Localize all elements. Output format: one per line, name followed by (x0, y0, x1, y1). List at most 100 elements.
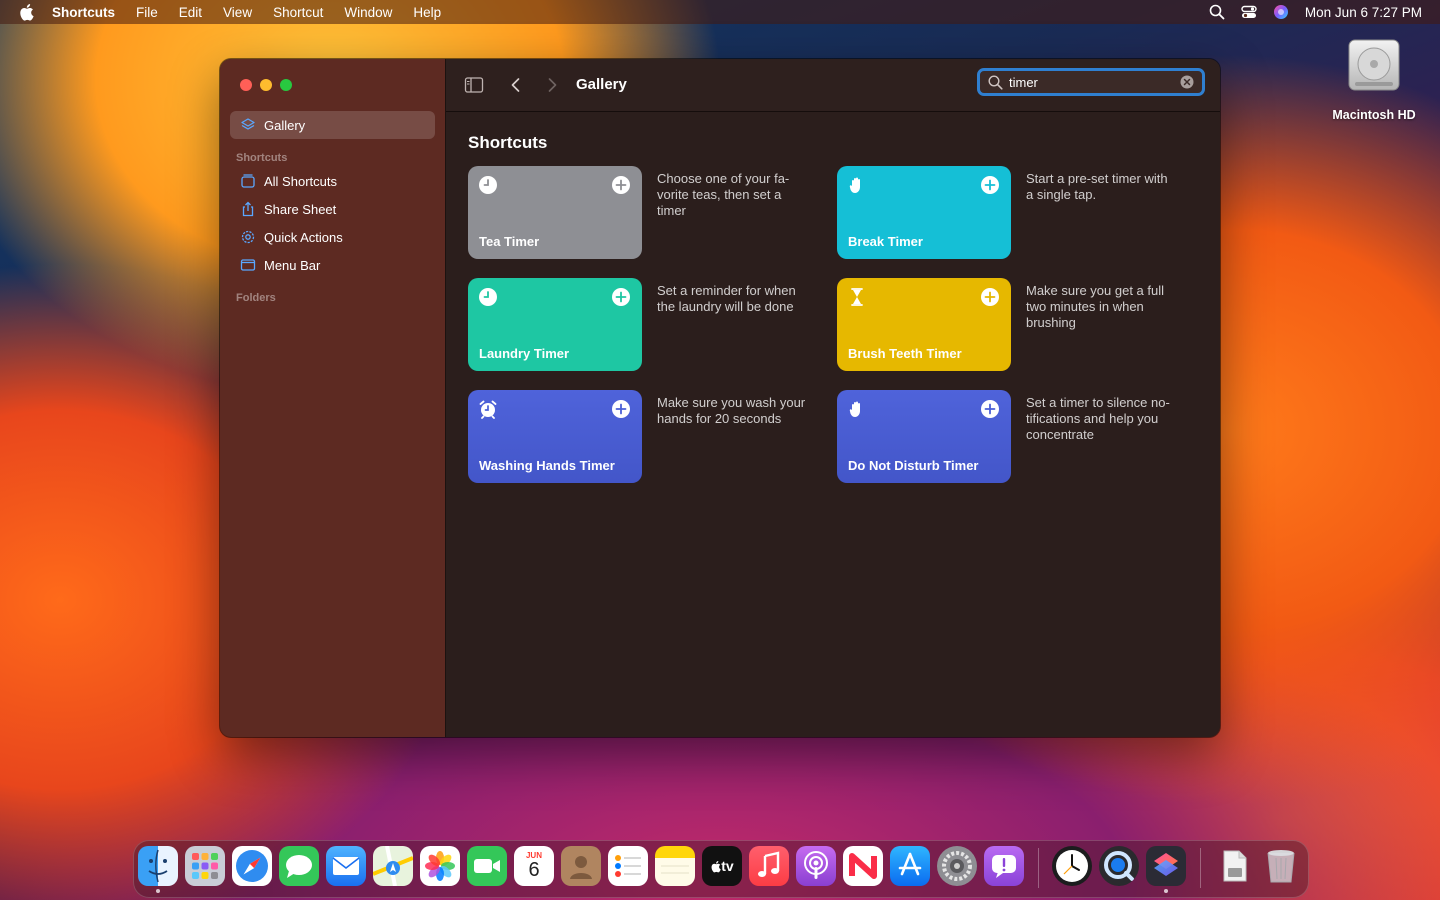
siri-icon[interactable] (1273, 4, 1289, 20)
app-store-icon (898, 852, 922, 876)
document-stack-icon (1223, 850, 1247, 882)
dock-separator (1038, 848, 1039, 888)
menu-view[interactable]: View (223, 5, 252, 20)
back-chevron-icon[interactable] (506, 75, 526, 95)
dock-system-preferences[interactable] (937, 846, 977, 886)
sidebar-item-all-shortcuts[interactable]: All Shortcuts (230, 167, 435, 195)
menu-file[interactable]: File (136, 5, 158, 20)
dock-separator (1200, 848, 1201, 888)
finder-icon (148, 849, 168, 883)
menu-edit[interactable]: Edit (179, 5, 202, 20)
sidebar-item-label: Quick Actions (264, 229, 343, 245)
shortcut-card-brush-teeth-timer[interactable]: Brush Teeth Timer (837, 278, 1011, 371)
dock-shortcuts[interactable] (1146, 846, 1186, 886)
dock-news[interactable] (843, 846, 883, 886)
dock-messages[interactable] (279, 846, 319, 886)
sidebar-section-shortcuts: Shortcuts (236, 152, 288, 164)
forward-chevron-icon[interactable] (542, 75, 562, 95)
trash-icon (1267, 850, 1295, 883)
dock-app-store[interactable] (890, 846, 930, 886)
sidebar-item-label: Share Sheet (264, 201, 337, 217)
menu-help[interactable]: Help (413, 5, 441, 20)
dock-contacts[interactable] (561, 846, 601, 886)
menu-window[interactable]: Window (344, 5, 392, 20)
close-window-button[interactable] (240, 79, 252, 91)
alarm-icon (479, 400, 497, 419)
page-title: Gallery (576, 76, 627, 93)
window-controls (240, 79, 300, 91)
add-shortcut-button[interactable] (981, 400, 999, 418)
card-description: Choose one of your fa-vorite teas, then … (657, 171, 790, 218)
clear-search-icon[interactable] (1180, 75, 1194, 89)
all-shortcuts-icon (241, 174, 255, 188)
add-shortcut-button[interactable] (612, 400, 630, 418)
shortcut-card-washing-hands-timer[interactable]: Washing Hands Timer (468, 390, 642, 483)
dock-finder[interactable] (138, 846, 178, 886)
minimize-window-button[interactable] (260, 79, 272, 91)
menu-clock[interactable]: Mon Jun 6 7:27 PM (1305, 5, 1422, 20)
photos-flower-icon (425, 851, 455, 881)
dock-notes[interactable] (655, 846, 695, 886)
clock-icon (479, 176, 497, 194)
apple-logo-icon (711, 860, 721, 872)
card-description: Start a pre-set timer with a single tap. (1026, 171, 1168, 202)
menu-shortcut[interactable]: Shortcut (273, 5, 323, 20)
menu-app-name[interactable]: Shortcuts (52, 5, 115, 20)
dock-facetime[interactable] (467, 846, 507, 886)
zoom-window-button[interactable] (280, 79, 292, 91)
section-title: Shortcuts (468, 133, 548, 152)
sidebar-item-label: Gallery (264, 117, 306, 133)
sidebar-item-gallery[interactable]: Gallery (230, 111, 435, 139)
sidebar-item-label: Menu Bar (264, 257, 321, 273)
add-shortcut-button[interactable] (981, 176, 999, 194)
dock-music[interactable] (749, 846, 789, 886)
search-field[interactable] (977, 68, 1205, 96)
add-shortcut-button[interactable] (981, 288, 999, 306)
search-icon (988, 75, 1003, 90)
dock-clock[interactable] (1052, 846, 1092, 886)
search-input[interactable] (1009, 73, 1179, 91)
dock-launchpad[interactable] (185, 846, 225, 886)
add-shortcut-button[interactable] (612, 176, 630, 194)
dock-safari[interactable] (232, 846, 272, 886)
message-bubble-icon (286, 855, 312, 878)
spotlight-search-icon[interactable] (1209, 4, 1225, 20)
dock-mail[interactable] (326, 846, 366, 886)
shortcut-card-laundry-timer[interactable]: Laundry Timer (468, 278, 642, 371)
toolbar: Gallery (446, 59, 1220, 112)
dock-tv[interactable]: tv (702, 846, 742, 886)
card-description: Set a timer to silence no-tifications an… (1026, 395, 1170, 442)
map-icon (373, 846, 413, 886)
sidebar-toggle-icon[interactable] (464, 75, 484, 95)
card-title: Do Not Disturb Timer (848, 458, 979, 473)
contacts-person-icon (570, 856, 592, 879)
dock-feedback-assistant[interactable] (984, 846, 1024, 886)
main-content: Gallery Shortcuts (446, 59, 1220, 737)
quicktime-icon (1104, 851, 1134, 881)
dock-quicktime[interactable] (1099, 846, 1139, 886)
shortcut-card-tea-timer[interactable]: Tea Timer (468, 166, 642, 259)
reminders-list-icon (615, 855, 641, 877)
sidebar-item-quick-actions[interactable]: Quick Actions (230, 223, 435, 251)
dock-maps[interactable] (373, 846, 413, 886)
apple-logo-icon[interactable] (18, 3, 34, 21)
dock-reminders[interactable] (608, 846, 648, 886)
control-center-icon[interactable] (1241, 4, 1257, 20)
sidebar-item-label: All Shortcuts (264, 173, 337, 189)
dock-photos[interactable] (420, 846, 460, 886)
sidebar-item-menu-bar[interactable]: Menu Bar (230, 251, 435, 279)
notes-icon (661, 865, 689, 874)
desktop-macintosh-hd[interactable]: Macintosh HD (1328, 34, 1420, 122)
dock-calendar[interactable]: JUN 6 (514, 846, 554, 886)
shortcut-card-break-timer[interactable]: Break Timer (837, 166, 1011, 259)
dock-trash[interactable] (1261, 846, 1301, 886)
dock-podcasts[interactable] (796, 846, 836, 886)
gallery-layers-icon (241, 118, 255, 130)
hand-icon (849, 401, 860, 417)
shortcut-card-do-not-disturb-timer[interactable]: Do Not Disturb Timer (837, 390, 1011, 483)
sidebar-item-share-sheet[interactable]: Share Sheet (230, 195, 435, 223)
feedback-bubble-icon (992, 855, 1016, 878)
add-shortcut-button[interactable] (612, 288, 630, 306)
shortcuts-app-icon (1154, 853, 1178, 876)
dock-downloads[interactable] (1214, 846, 1254, 886)
